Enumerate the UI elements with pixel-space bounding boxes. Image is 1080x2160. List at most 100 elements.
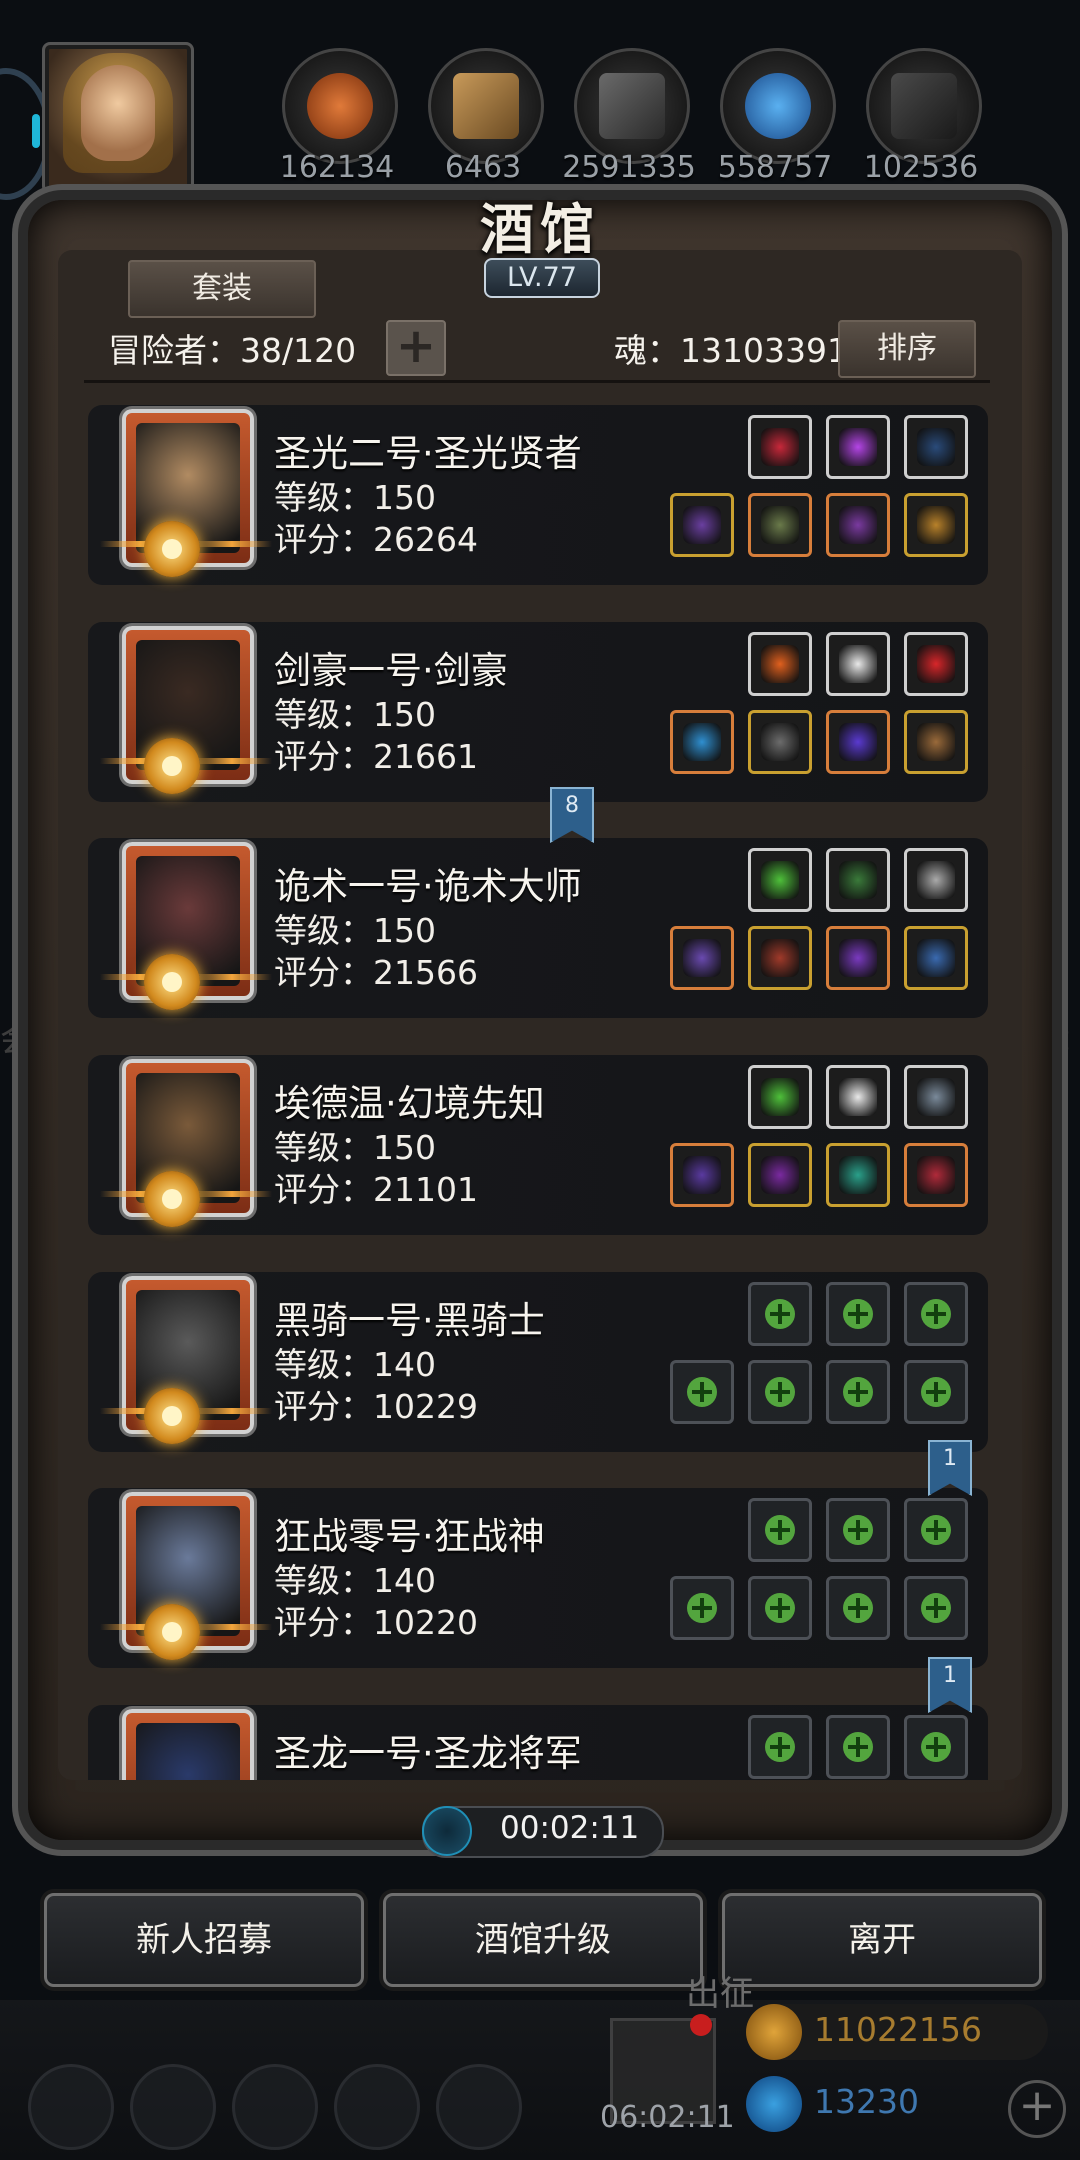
- star-icon[interactable]: [130, 2064, 216, 2150]
- add-currency-button[interactable]: +: [1008, 2080, 1066, 2138]
- notification-dot: [690, 2014, 712, 2036]
- empty-equip-slot[interactable]: [748, 1360, 812, 1424]
- gold-coin-icon: [746, 2004, 802, 2060]
- equipment-slot[interactable]: [826, 848, 890, 912]
- gold-value: 11022156: [814, 2010, 982, 2049]
- hero-score: 评分：10220: [274, 1603, 478, 1642]
- plus-icon: [921, 1593, 951, 1623]
- empty-equip-slot[interactable]: [670, 1360, 734, 1424]
- equipment-icon: [839, 1078, 877, 1116]
- hero-level: 等级：140: [274, 1561, 436, 1600]
- hero-list[interactable]: 圣光二号·圣光贤者 等级：150 评分：26264 剑豪一号·剑豪 等级：150 评分：2…: [84, 395, 990, 1780]
- equipment-slot[interactable]: [670, 710, 734, 774]
- hero-score: 评分：26264: [274, 520, 478, 559]
- equipment-slot[interactable]: [904, 1143, 968, 1207]
- equipment-slot[interactable]: [904, 493, 968, 557]
- equipment-slot[interactable]: [826, 926, 890, 990]
- empty-equip-slot[interactable]: [826, 1498, 890, 1562]
- recruit-button[interactable]: 新人招募: [44, 1893, 364, 1987]
- empty-equip-slot[interactable]: [826, 1576, 890, 1640]
- hero-card[interactable]: 黑骑一号·黑骑士 等级：140 评分：10229: [88, 1272, 988, 1452]
- crystal-resource-icon: [720, 48, 836, 164]
- sortie-label: 出征: [686, 1974, 754, 2014]
- empty-equip-slot[interactable]: [826, 1715, 890, 1779]
- add-slot-button[interactable]: +: [386, 320, 446, 376]
- empty-equip-slot[interactable]: [904, 1576, 968, 1640]
- hero-card[interactable]: 狂战零号·狂战神 等级：140 评分：10220: [88, 1488, 988, 1668]
- equipment-slot[interactable]: [748, 1065, 812, 1129]
- equipment-slot[interactable]: [670, 493, 734, 557]
- forge-icon[interactable]: [436, 2064, 522, 2150]
- empty-equip-slot[interactable]: [826, 1360, 890, 1424]
- set-button[interactable]: 套装: [128, 260, 316, 318]
- empty-equip-slot[interactable]: [904, 1498, 968, 1562]
- equipment-slot[interactable]: [748, 926, 812, 990]
- equipment-slot[interactable]: [748, 848, 812, 912]
- soul-count: 魂：13103391: [614, 331, 848, 370]
- plus-icon: [921, 1377, 951, 1407]
- empty-equip-slot[interactable]: [670, 1576, 734, 1640]
- equipment-slot[interactable]: [748, 1143, 812, 1207]
- equipment-slot[interactable]: [826, 415, 890, 479]
- equipment-slot[interactable]: [904, 632, 968, 696]
- hero-name: 黑骑一号·黑骑士: [274, 1299, 545, 1342]
- equipment-icon: [761, 1078, 799, 1116]
- mail-icon[interactable]: [334, 2064, 420, 2150]
- equipment-slot[interactable]: [670, 1143, 734, 1207]
- empty-equip-slot[interactable]: [904, 1282, 968, 1346]
- hero-card[interactable]: 圣龙一号·圣龙将军: [88, 1705, 988, 1780]
- hero-card[interactable]: 埃德温·幻境先知 等级：150 评分：21101: [88, 1055, 988, 1235]
- equipment-slot[interactable]: [826, 632, 890, 696]
- empty-equip-slot[interactable]: [904, 1715, 968, 1779]
- equipment-icon: [761, 645, 799, 683]
- hero-portrait[interactable]: [122, 1709, 254, 1780]
- empty-equip-slot[interactable]: [748, 1576, 812, 1640]
- equipment-icon: [917, 645, 955, 683]
- empty-equip-slot[interactable]: [748, 1498, 812, 1562]
- equipment-slot[interactable]: [748, 710, 812, 774]
- equipment-slot[interactable]: [904, 710, 968, 774]
- hero-name: 狂战零号·狂战神: [274, 1515, 545, 1558]
- hero-card[interactable]: 诡术一号·诡术大师 等级：150 评分：21566: [88, 838, 988, 1018]
- equipment-icon: [839, 506, 877, 544]
- shop-icon[interactable]: [232, 2064, 318, 2150]
- hero-name: 剑豪一号·剑豪: [274, 649, 508, 692]
- hero-card[interactable]: 圣光二号·圣光贤者 等级：150 评分：26264: [88, 405, 988, 585]
- leave-button[interactable]: 离开: [722, 1893, 1042, 1987]
- sort-button[interactable]: 排序: [838, 320, 976, 378]
- equipment-slot[interactable]: [826, 1065, 890, 1129]
- equipment-icon: [839, 428, 877, 466]
- equipment-slot[interactable]: [826, 710, 890, 774]
- wood-value: 6463: [444, 150, 522, 185]
- medal-wing-right: [192, 541, 272, 547]
- upgrade-tavern-button[interactable]: 酒馆升级: [383, 1893, 703, 1987]
- equipment-slot[interactable]: [904, 1065, 968, 1129]
- hero-score: 评分：10229: [274, 1387, 478, 1426]
- equipment-slot[interactable]: [826, 1143, 890, 1207]
- player-avatar[interactable]: [42, 42, 194, 194]
- equipment-slot[interactable]: [670, 926, 734, 990]
- rank-medal-icon: [144, 1171, 200, 1227]
- medal-wing-right: [192, 758, 272, 764]
- empty-equip-slot[interactable]: [826, 1282, 890, 1346]
- empty-equip-slot[interactable]: [904, 1360, 968, 1424]
- settings-gear-icon[interactable]: [28, 2064, 114, 2150]
- empty-equip-slot[interactable]: [748, 1715, 812, 1779]
- equipment-slot[interactable]: [826, 493, 890, 557]
- equipment-slot[interactable]: [904, 926, 968, 990]
- plus-icon: [765, 1515, 795, 1545]
- equipment-slot[interactable]: [748, 493, 812, 557]
- equipment-slot[interactable]: [748, 632, 812, 696]
- empty-equip-slot[interactable]: [748, 1282, 812, 1346]
- hero-card[interactable]: 剑豪一号·剑豪 等级：150 评分：21661: [88, 622, 988, 802]
- equipment-icon: [917, 1078, 955, 1116]
- equipment-slot[interactable]: [904, 415, 968, 479]
- equipment-icon: [917, 861, 955, 899]
- stone-resource-icon: [866, 48, 982, 164]
- clock-icon: [422, 1806, 472, 1856]
- hero-level: 等级：140: [274, 1345, 436, 1384]
- equipment-slot[interactable]: [904, 848, 968, 912]
- equipment-slot[interactable]: [748, 415, 812, 479]
- equipment-icon: [761, 723, 799, 761]
- plus-icon: [843, 1377, 873, 1407]
